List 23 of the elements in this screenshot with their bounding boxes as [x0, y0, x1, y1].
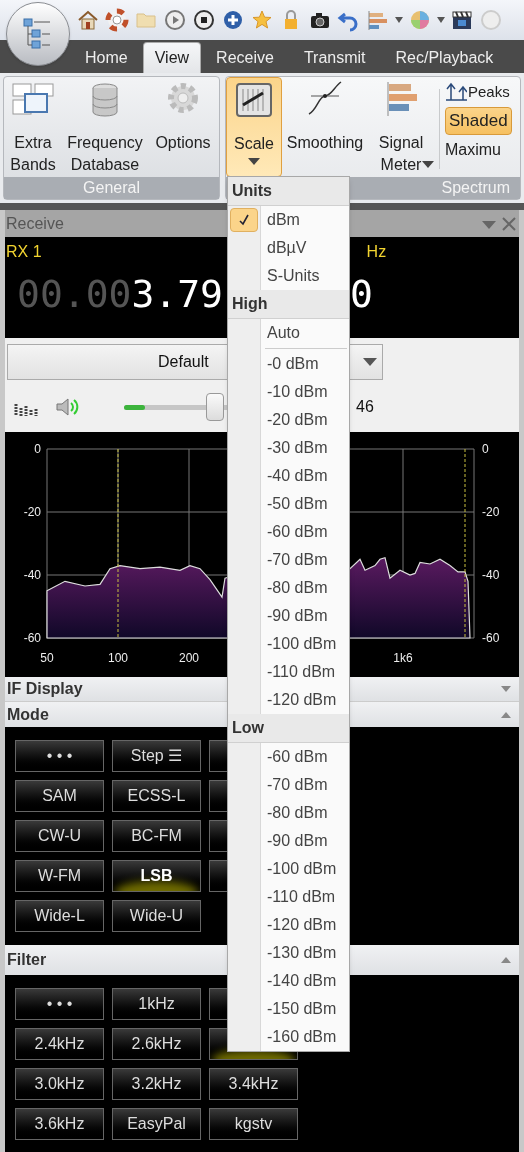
unit-label: Hz [366, 242, 387, 262]
axis-label: -40 [482, 568, 500, 582]
receiver-label: RX 1 [6, 242, 42, 262]
axis-label: 200 [179, 651, 199, 665]
axis-label: 100 [108, 651, 128, 665]
axis-label: 50 [40, 651, 54, 665]
axis-label: -20 [23, 505, 41, 519]
axis-label: -40 [23, 568, 41, 582]
signal-reading: 46 [356, 397, 374, 417]
frequency-digit: 0 [349, 271, 373, 318]
menu-section-header: High [228, 290, 349, 319]
menu-section-header: Low [228, 714, 349, 743]
frequency-digits: 3.79 [131, 271, 223, 318]
axis-label: 1k6 [393, 651, 413, 665]
axis-label: 0 [34, 442, 41, 456]
group-label: General [4, 177, 219, 199]
axis-label: -60 [482, 631, 500, 645]
panel-title: Receive [6, 213, 64, 234]
axis-label: -60 [23, 631, 41, 645]
axis-label: -20 [482, 505, 500, 519]
axis-label: 0 [482, 442, 489, 456]
frequency-prefix: 00.00 [17, 271, 132, 318]
menu-section-header: Units [228, 177, 349, 206]
